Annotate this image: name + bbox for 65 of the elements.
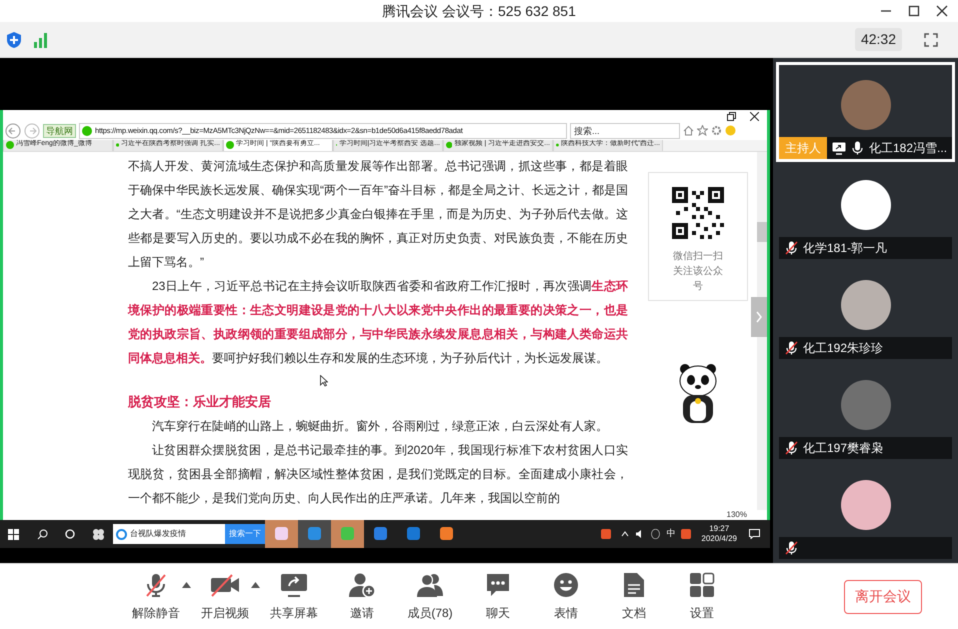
avatar-photo-placeholder bbox=[840, 80, 890, 130]
maximize-icon[interactable] bbox=[908, 5, 920, 17]
zoom-level[interactable]: 130% bbox=[726, 509, 747, 522]
avatar-photo-placeholder bbox=[840, 180, 890, 230]
people-icon bbox=[416, 572, 444, 598]
home-icon[interactable] bbox=[683, 125, 694, 136]
avatar-photo-placeholder bbox=[840, 480, 890, 530]
qr-code-icon bbox=[672, 187, 724, 240]
fan-icon[interactable] bbox=[92, 528, 105, 540]
docs-button[interactable]: 文档 bbox=[600, 572, 668, 622]
emoji-button[interactable]: 表情 bbox=[532, 572, 600, 622]
host-badge: 主持人 bbox=[779, 137, 827, 159]
clock-time: 19:27 bbox=[709, 524, 730, 534]
scrollbar-thumb[interactable] bbox=[757, 222, 767, 242]
caret-icon[interactable] bbox=[251, 582, 260, 588]
caret-icon[interactable] bbox=[182, 582, 191, 588]
qr-caption: 微信扫一扫关注该公众号 bbox=[672, 250, 724, 294]
favicon-icon bbox=[226, 140, 234, 149]
participant-name: 化学181-郭一凡 bbox=[803, 240, 888, 257]
circle-icon[interactable] bbox=[65, 529, 75, 539]
back-icon[interactable] bbox=[5, 122, 21, 139]
ime-indicator[interactable]: 中 bbox=[666, 527, 676, 541]
screen-share-icon bbox=[280, 572, 308, 598]
participant-name: 化工192朱珍珍 bbox=[803, 340, 884, 357]
window-title: 腾讯会议 会议号：525 632 851 bbox=[382, 2, 576, 20]
settings-button[interactable]: 设置 bbox=[668, 572, 736, 622]
grid-icon bbox=[689, 572, 715, 598]
avatar-photo-placeholder bbox=[840, 380, 890, 430]
chat-button[interactable]: 聊天 bbox=[464, 572, 532, 622]
favicon-icon bbox=[446, 140, 452, 149]
participant-name: 化工197樊睿枭 bbox=[803, 440, 884, 457]
clock-date: 2020/4/29 bbox=[701, 534, 737, 544]
start-icon[interactable] bbox=[8, 528, 19, 540]
close-icon[interactable] bbox=[750, 112, 759, 121]
shield-icon[interactable] bbox=[6, 30, 22, 48]
search-field[interactable]: 搜索... bbox=[570, 122, 680, 139]
notification-icon[interactable] bbox=[749, 529, 760, 539]
avatar-photo-placeholder bbox=[840, 280, 890, 330]
settings-icon[interactable] bbox=[711, 125, 722, 136]
taskbar-search-field[interactable]: 台视队爆发疫情 bbox=[113, 524, 225, 544]
members-button[interactable]: 成员(78) bbox=[396, 572, 464, 622]
star-icon[interactable] bbox=[697, 125, 708, 136]
article-paragraph: 让贫困群众摆脱贫困，是总书记最牵挂的事。到2020年，我国现行标准下农村贫困人口实现脱贫，贫困县全部摘帽，解决区域性整体贫困，是我们党既定的目标。全面建成小康社会，一个都不能少，是我们党向历史、向人民作出的庄严承诺。几年来，我国以空前的 bbox=[128, 442, 628, 508]
camera-button[interactable]: 开启视频 bbox=[191, 572, 259, 622]
meeting-timer: 42:32 bbox=[854, 28, 902, 51]
favicon-icon bbox=[116, 140, 120, 149]
share-button[interactable]: 共享屏幕 bbox=[260, 572, 328, 622]
chat-icon bbox=[485, 572, 511, 598]
article-heading: 脱贫攻坚：乐业才能安居 bbox=[128, 393, 272, 412]
cursor-icon bbox=[320, 375, 328, 388]
close-icon[interactable] bbox=[936, 5, 948, 17]
article-paragraph: 23日上午，习近平总书记在主持会议听取陕西省委和省政府工作汇报时，再次强调生态环境保护的极端重要性：生态文明建设是党的十八大以来党中央作出的最重要的决策之一，也是党的执政宗旨、执政纲领的重要组成部分，与中华民族永续发展息息相关，与构建人类命运共同体息息相关。要呵护好我们赖以生存和发展的生态环境，为子孙后代计，为长远发展谋。 bbox=[128, 278, 628, 368]
search-icon[interactable] bbox=[37, 528, 48, 540]
add-person-icon bbox=[348, 572, 376, 598]
caret-icon[interactable] bbox=[621, 531, 630, 537]
document-icon bbox=[623, 572, 645, 598]
participant-name: 化工182冯雪... bbox=[869, 140, 948, 157]
leave-meeting-button[interactable]: 离开会议 bbox=[844, 580, 922, 614]
nav-label[interactable]: 导航网 bbox=[43, 124, 76, 138]
article-paragraph: 汽车穿行在陡峭的山路上，蜿蜒曲折。窗外，谷雨刚过，绿意正浓，白云深处有人家。 bbox=[151, 418, 609, 436]
restore-icon[interactable] bbox=[727, 112, 736, 121]
invite-button[interactable]: 邀请 bbox=[328, 572, 396, 622]
favicon-icon bbox=[6, 140, 14, 149]
fullscreen-icon[interactable] bbox=[924, 32, 938, 46]
article-paragraph: 不搞人开发、黄河流域生态保护和高质量发展等作出部署。总书记强调，抓这些事，都是着眼于确保中华民族长远发展、确保实现“两个一百年”奋斗目标，都是全局之计、长远之计，都是国之大者。“生态文明建设并不是说把多少真金白银捧在手里，而是为历史、为子孙后代去做。这些都是要写入历史的。要以功成不必在我的胸怀，真正对历史负责、对民族负责，不能在历史上留下骂名。” bbox=[128, 158, 628, 272]
